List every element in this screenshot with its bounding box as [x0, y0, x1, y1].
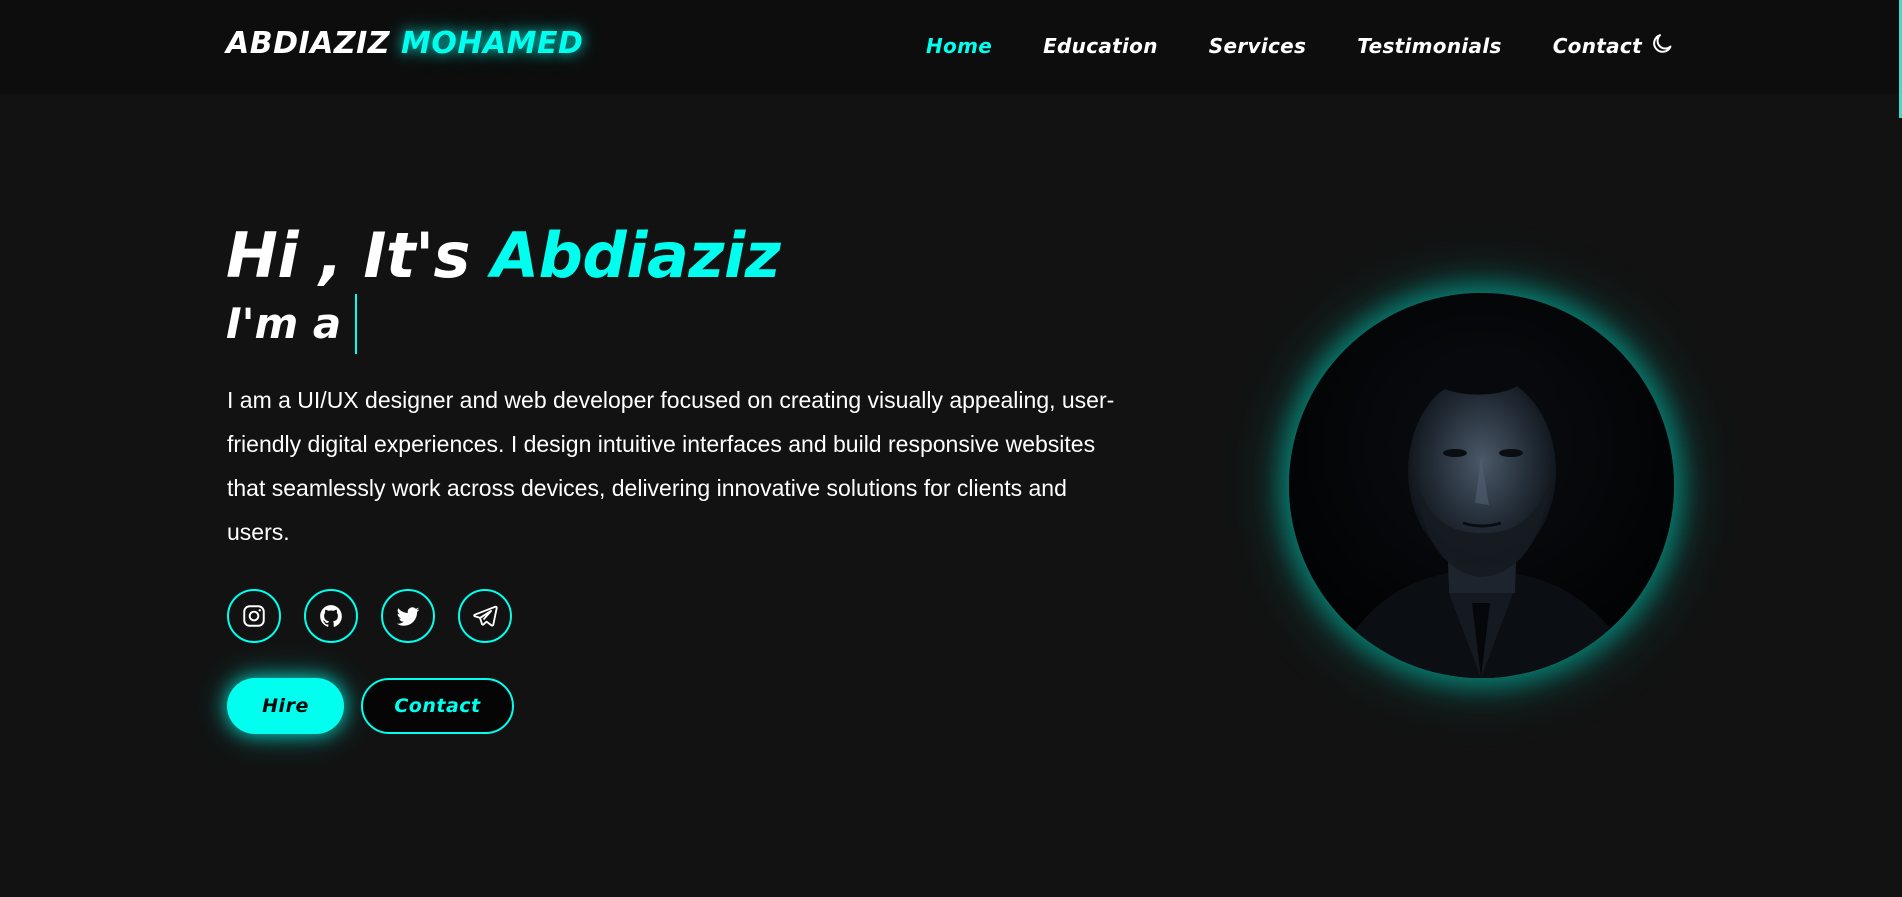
nav-link-services[interactable]: Services — [1209, 34, 1306, 58]
typing-cursor — [355, 294, 358, 354]
github-link[interactable] — [304, 589, 358, 643]
moon-icon — [1653, 34, 1672, 53]
hero-description: I am a UI/UX designer and web developer … — [227, 387, 1115, 545]
nav-link-home[interactable]: Home — [926, 34, 992, 58]
nav-link-testimonials[interactable]: Testimonials — [1357, 34, 1501, 58]
logo-first-name: ABDIAZIZ — [226, 26, 391, 61]
telegram-link[interactable] — [458, 589, 512, 643]
nav-link-education[interactable]: Education — [1043, 34, 1158, 58]
hero-subtitle-text: I'm a — [226, 299, 342, 348]
instagram-link[interactable] — [227, 589, 281, 643]
hero-name: Abdiaziz — [491, 219, 781, 292]
hero-greeting: Hi , It's — [226, 219, 470, 292]
twitter-icon — [396, 607, 420, 626]
social-links — [227, 589, 535, 643]
hero-subtitle: I'm a — [226, 294, 358, 354]
logo[interactable]: ABDIAZIZ MOHAMED — [226, 26, 583, 61]
github-icon — [320, 605, 342, 627]
nav-link-contact[interactable]: Contact — [1553, 34, 1642, 58]
profile-photo-illustration — [1289, 293, 1674, 678]
site-header: ABDIAZIZ MOHAMED Home Education Services… — [0, 0, 1902, 94]
instagram-icon — [243, 605, 265, 627]
contact-button[interactable]: Contact — [361, 678, 514, 734]
hire-button[interactable]: Hire — [227, 678, 344, 734]
theme-toggle-button[interactable] — [1650, 32, 1674, 56]
logo-last-name: MOHAMED — [401, 26, 584, 61]
hero-title: Hi , It's Abdiaziz — [226, 218, 781, 294]
telegram-icon — [473, 605, 498, 627]
profile-photo — [1289, 293, 1674, 678]
main-nav: Home Education Services Testimonials Con… — [926, 30, 1693, 62]
twitter-link[interactable] — [381, 589, 435, 643]
